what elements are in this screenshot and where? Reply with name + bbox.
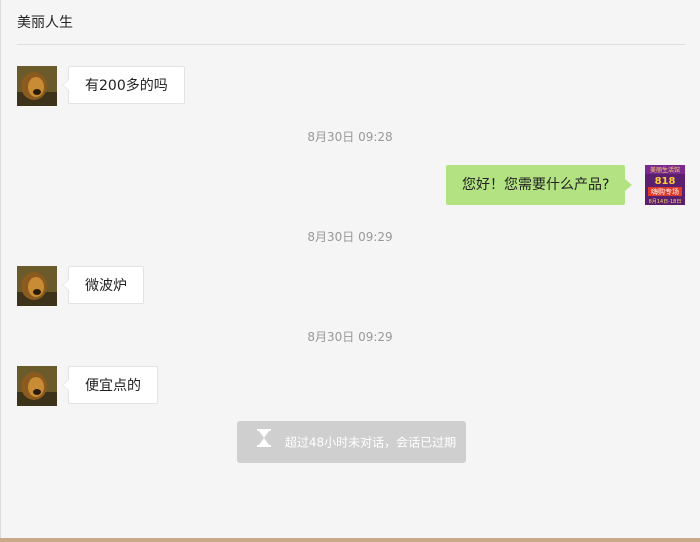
session-expired-notice: 超过48小时未对话，会话已过期 — [237, 421, 466, 463]
customer-avatar[interactable] — [17, 366, 57, 406]
bottom-accent-bar — [0, 538, 700, 542]
session-expired-text: 超过48小时未对话，会话已过期 — [284, 435, 457, 450]
customer-avatar[interactable] — [17, 66, 57, 106]
merchant-avatar-brand: 美丽生活馆 — [650, 166, 680, 174]
message-timestamp: 8月30日 09:29 — [307, 330, 393, 344]
merchant-avatar-date: 8月14日-18日 — [649, 199, 682, 205]
customer-avatar[interactable] — [17, 266, 57, 306]
message-timestamp: 8月30日 09:29 — [307, 230, 393, 244]
chat-header: 美丽人生 — [17, 0, 685, 45]
merchant-avatar-promo: 嗨购专场 — [651, 187, 679, 196]
message-bubble-sent: 您好！您需要什么产品? — [446, 165, 633, 205]
message-timestamp: 8月30日 09:28 — [307, 130, 393, 144]
hourglass-icon — [257, 422, 271, 464]
message-bubble: 便宜点的 — [62, 366, 158, 404]
merchant-avatar-818: 818 — [655, 176, 676, 187]
message-bubble: 有200多的吗 — [62, 66, 185, 104]
window-left-border — [0, 0, 1, 542]
merchant-avatar[interactable]: 美丽生活馆 818 嗨购专场 8月14日-18日 — [645, 165, 685, 205]
message-bubble: 微波炉 — [62, 266, 144, 304]
chat-title: 美丽人生 — [17, 15, 73, 31]
